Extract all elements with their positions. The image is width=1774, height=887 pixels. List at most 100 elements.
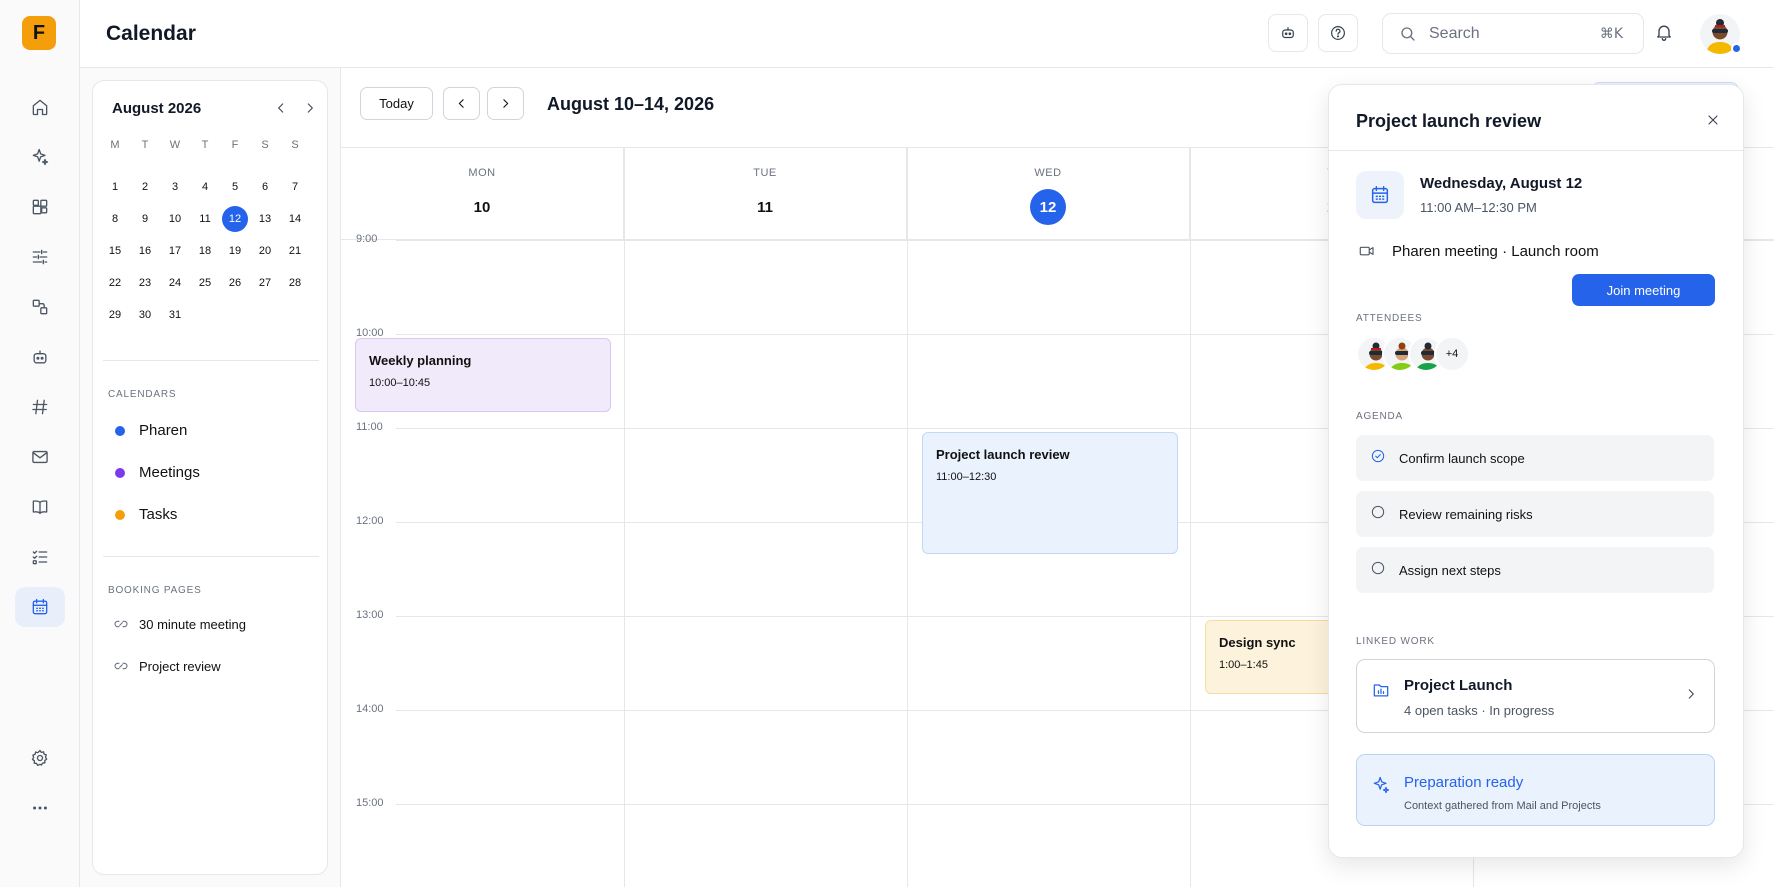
calendar-item-label: Tasks	[139, 506, 178, 523]
close-popover-button[interactable]	[1703, 110, 1723, 130]
mini-calendar-day[interactable]: 30	[130, 299, 160, 331]
mini-calendar-day[interactable]: 16	[130, 235, 160, 267]
mini-calendar-day[interactable]: 17	[160, 235, 190, 267]
mini-calendar-prev-button[interactable]	[270, 97, 292, 119]
help-circle-icon	[1331, 26, 1345, 40]
event-project-launch-review[interactable]: Project launch review 11:00–12:30	[922, 432, 1178, 554]
mini-calendar-day[interactable]: 7	[280, 171, 310, 203]
bot-icon	[33, 350, 47, 364]
day-header-wed[interactable]: WED 12	[907, 148, 1190, 240]
agenda-item[interactable]: Review remaining risks	[1356, 491, 1714, 537]
mini-calendar-day[interactable]: 31	[160, 299, 190, 331]
mini-calendar-day[interactable]: 20	[250, 235, 280, 267]
day-header-mon[interactable]: MON 10	[341, 148, 624, 240]
search-box[interactable]: ⌘K	[1382, 13, 1644, 54]
mini-calendar-day[interactable]: 9	[130, 203, 160, 235]
notifications-button[interactable]	[1654, 22, 1676, 44]
mini-calendar-day[interactable]: 6	[250, 171, 280, 203]
mini-calendar-day[interactable]: 4	[190, 171, 220, 203]
mini-calendar-day[interactable]: 10	[160, 203, 190, 235]
mini-calendar-day-number: 21	[288, 245, 302, 257]
mini-calendar-day-number: 2	[141, 181, 149, 193]
mini-calendar-day-number: 28	[288, 277, 302, 289]
hour-label: 15:00	[356, 797, 384, 809]
circle-icon[interactable]	[1370, 560, 1386, 576]
assistant-button[interactable]	[1268, 14, 1308, 52]
check-circle-icon[interactable]	[1370, 448, 1386, 464]
booking-item-project-review[interactable]: Project review	[113, 658, 221, 674]
mini-calendar-day[interactable]: 12	[220, 203, 250, 235]
attendees-heading: ATTENDEES	[1356, 313, 1423, 324]
mini-calendar-day[interactable]: 2	[130, 171, 160, 203]
preparation-card[interactable]: Preparation ready Context gathered from …	[1356, 754, 1715, 826]
checklist-icon	[32, 550, 48, 565]
today-button[interactable]: Today	[360, 87, 433, 120]
more-attendees-badge[interactable]: +4	[1434, 336, 1470, 372]
rail-home[interactable]	[15, 87, 65, 127]
mini-calendar-day[interactable]: 3	[160, 171, 190, 203]
mini-calendar-weekday: W	[169, 139, 181, 151]
day-header-weekday: WED	[1034, 167, 1062, 179]
mini-calendar-day[interactable]: 8	[100, 203, 130, 235]
rail-ai[interactable]	[15, 137, 65, 177]
hour-label: 14:00	[356, 703, 384, 715]
agenda-item-label: Assign next steps	[1399, 562, 1501, 578]
previous-week-button[interactable]	[443, 87, 480, 120]
user-avatar[interactable]	[1700, 14, 1742, 54]
mini-calendar-weekday: F	[231, 139, 239, 151]
rail-more[interactable]	[15, 788, 65, 828]
mini-calendar-day-number: 7	[291, 181, 299, 193]
day-header-weekday: MON	[468, 167, 496, 179]
rail-mail[interactable]	[15, 437, 65, 477]
day-header-tue[interactable]: TUE 11	[624, 148, 907, 240]
mini-calendar-day[interactable]: 14	[280, 203, 310, 235]
linked-work-card[interactable]: Project Launch 4 open tasks · In progres…	[1356, 659, 1715, 733]
help-button[interactable]	[1318, 14, 1358, 52]
rail-docs[interactable]	[15, 487, 65, 527]
mini-calendar-day[interactable]: 23	[130, 267, 160, 299]
hour-label: 13:00	[356, 609, 384, 621]
rail-shapes[interactable]	[15, 287, 65, 327]
calendar-item-tasks[interactable]: Tasks	[115, 506, 177, 523]
agenda-item[interactable]: Assign next steps	[1356, 547, 1714, 593]
calendar-item-meetings[interactable]: Meetings	[115, 464, 200, 481]
mini-calendar-day-number: 13	[258, 213, 272, 225]
event-weekly-planning[interactable]: Weekly planning 10:00–10:45	[355, 338, 611, 412]
app-logo[interactable]: F	[22, 16, 56, 50]
mini-calendar-day[interactable]: 19	[220, 235, 250, 267]
rail-bot[interactable]	[15, 337, 65, 377]
calendar-item-pharen[interactable]: Pharen	[115, 422, 187, 439]
mini-calendar-day[interactable]: 13	[250, 203, 280, 235]
day-header-date-today: 12	[1030, 189, 1066, 225]
preparation-subtitle: Context gathered from Mail and Projects	[1404, 800, 1601, 812]
mini-calendar-day[interactable]: 29	[100, 299, 130, 331]
mini-calendar-day[interactable]: 27	[250, 267, 280, 299]
rail-channels[interactable]	[15, 387, 65, 427]
agenda-item[interactable]: Confirm launch scope	[1356, 435, 1714, 481]
bot-icon	[1282, 27, 1294, 39]
join-meeting-button[interactable]: Join meeting	[1572, 274, 1715, 306]
booking-item-30-minute[interactable]: 30 minute meeting	[113, 616, 246, 632]
mini-calendar-day[interactable]: 5	[220, 171, 250, 203]
next-week-button[interactable]	[487, 87, 524, 120]
search-input[interactable]	[1429, 23, 1589, 45]
mini-calendar-day[interactable]: 24	[160, 267, 190, 299]
mini-calendar-day[interactable]: 15	[100, 235, 130, 267]
mini-calendar-day[interactable]: 26	[220, 267, 250, 299]
chevron-left-icon	[458, 99, 464, 108]
mini-calendar-day[interactable]: 22	[100, 267, 130, 299]
mini-calendar-day[interactable]: 28	[280, 267, 310, 299]
calendar-color-dot	[115, 509, 125, 520]
rail-apps[interactable]	[15, 187, 65, 227]
circle-icon[interactable]	[1370, 504, 1386, 520]
rail-tasks[interactable]	[15, 537, 65, 577]
mini-calendar-day[interactable]: 1	[100, 171, 130, 203]
mini-calendar-day[interactable]: 25	[190, 267, 220, 299]
rail-settings[interactable]	[15, 738, 65, 778]
mini-calendar-next-button[interactable]	[299, 97, 321, 119]
mini-calendar-day[interactable]: 18	[190, 235, 220, 267]
mini-calendar-day[interactable]: 21	[280, 235, 310, 267]
mini-calendar-day[interactable]: 11	[190, 203, 220, 235]
rail-settings-sliders[interactable]	[15, 237, 65, 277]
rail-calendar[interactable]	[15, 587, 65, 627]
